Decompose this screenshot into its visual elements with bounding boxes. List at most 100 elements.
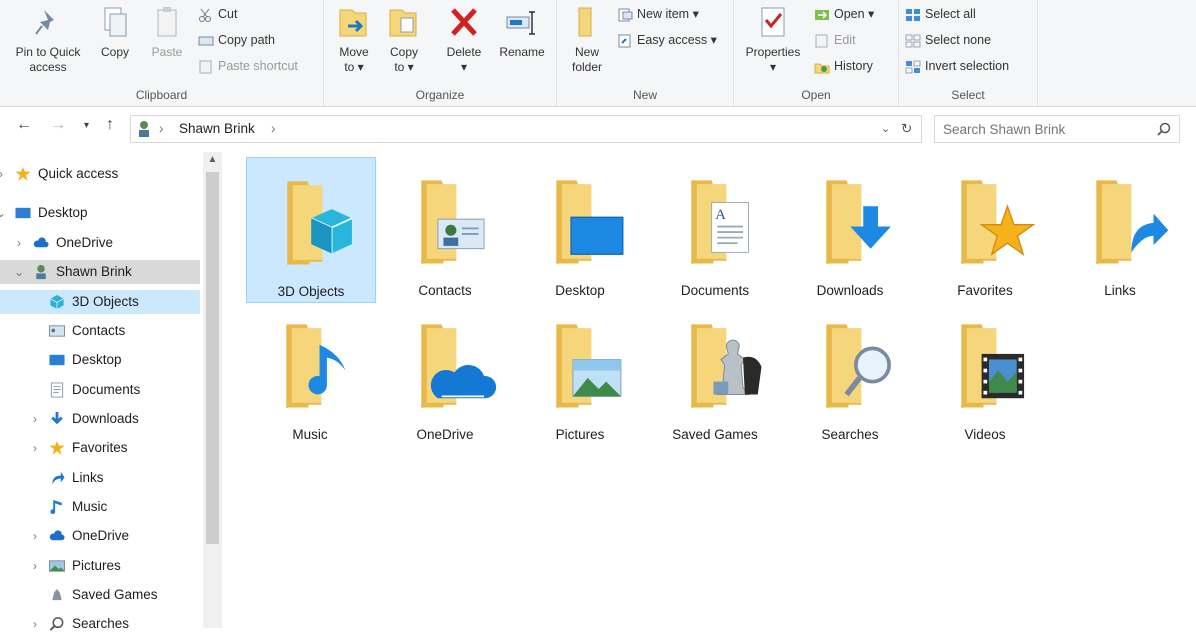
expand-chevron-right-icon[interactable]: › — [28, 612, 42, 636]
move-to-button[interactable]: Move to ▾ — [332, 4, 376, 75]
nav-item[interactable]: › Pictures — [0, 554, 200, 578]
nav-item[interactable]: › OneDrive — [0, 524, 200, 548]
cloud-icon — [33, 237, 49, 248]
paste-shortcut-label: Paste shortcut — [218, 59, 298, 73]
back-arrow-icon[interactable]: ← — [16, 116, 32, 134]
folder-tile[interactable]: OneDrive — [381, 301, 509, 445]
copy-to-icon — [389, 9, 417, 37]
folder-tile[interactable]: Contacts — [381, 157, 509, 301]
nav-item[interactable]: Links — [0, 466, 200, 490]
refresh-icon[interactable]: ↻ — [901, 121, 912, 137]
pin-to-quick-access-button[interactable]: Pin to Quick access — [6, 4, 90, 75]
recent-dropdown-icon[interactable]: ▾ — [84, 120, 89, 131]
copy-to-button[interactable]: Copy to ▾ — [382, 4, 426, 75]
download-icon — [51, 411, 63, 425]
nav-pane-scrollbar[interactable]: ▲ — [203, 152, 222, 628]
folder-tile[interactable]: Links — [1056, 157, 1184, 301]
history-button[interactable]: History — [814, 56, 873, 76]
search-input[interactable] — [941, 119, 1145, 139]
folder-tile[interactable]: Videos — [921, 301, 1049, 445]
move-to-icon — [339, 9, 367, 37]
easy-access-icon — [617, 34, 633, 48]
copy-button[interactable]: Copy — [94, 4, 136, 60]
expand-chevron-right-icon[interactable]: › — [0, 162, 8, 186]
paste-shortcut-button[interactable]: Paste shortcut — [198, 56, 298, 76]
expand-chevron-down-icon[interactable]: ⌄ — [12, 260, 26, 284]
copy-path-button[interactable]: Copy path — [198, 30, 275, 50]
scrollbar-thumb[interactable] — [206, 172, 219, 544]
nav-item[interactable]: Documents — [0, 378, 200, 402]
nav-item-label: Saved Games — [72, 587, 158, 602]
folder-label: Desktop — [555, 283, 605, 298]
breadcrumb-shawn-brink[interactable]: Shawn Brink — [179, 121, 255, 136]
expand-chevron-right-icon[interactable]: › — [28, 436, 42, 460]
nav-item[interactable]: › Quick access — [0, 162, 200, 186]
folder-tile[interactable]: Pictures — [516, 301, 644, 445]
open-button[interactable]: Open ▾ — [814, 4, 874, 24]
delete-button[interactable]: Delete ▾ — [440, 4, 488, 75]
nav-item[interactable]: › OneDrive — [0, 231, 200, 255]
nav-item[interactable]: Saved Games — [0, 583, 200, 607]
desktop-icon — [15, 207, 31, 219]
edit-icon — [814, 34, 830, 48]
scissors-icon — [198, 8, 214, 22]
rename-button[interactable]: Rename — [494, 4, 550, 60]
properties-icon — [761, 7, 785, 37]
nav-item[interactable]: 3D Objects — [0, 290, 200, 314]
expand-chevron-right-icon[interactable]: › — [28, 407, 42, 431]
nav-item[interactable]: › Favorites — [0, 436, 200, 460]
search-icon — [49, 617, 64, 631]
nav-item[interactable]: ⌄ Shawn Brink — [0, 260, 200, 284]
address-bar[interactable]: › Shawn Brink › ⌄ ↻ — [130, 115, 922, 143]
folder-tile[interactable]: A Documents — [651, 157, 779, 301]
nav-item[interactable]: › Downloads — [0, 407, 200, 431]
clipboard-icon — [157, 7, 177, 37]
copy-icon — [104, 7, 127, 37]
search-box[interactable] — [934, 115, 1180, 143]
up-arrow-icon[interactable]: ↑ — [106, 116, 114, 134]
svg-text:A: A — [715, 207, 726, 223]
expand-chevron-down-icon[interactable]: ⌄ — [0, 201, 8, 225]
nav-item[interactable]: Contacts — [0, 319, 200, 343]
navigation-pane: › Quick access ⌄ Desktop › OneDrive ⌄ Shawn Bri… — [0, 150, 200, 631]
folder-tile[interactable]: Desktop — [516, 157, 644, 301]
expand-chevron-right-icon[interactable]: › — [28, 524, 42, 548]
folder-view: 3D Objects Contacts Desktop A Documents Downl… — [228, 152, 1196, 628]
folder-tile[interactable]: Searches — [786, 301, 914, 445]
folder-tile[interactable]: 3D Objects — [246, 157, 376, 303]
folder-tile[interactable]: Music — [246, 301, 374, 445]
folder-tile[interactable]: Downloads — [786, 157, 914, 301]
picture-icon — [49, 560, 65, 572]
folder-label: Downloads — [816, 283, 884, 298]
invert-selection-button[interactable]: Invert selection — [905, 56, 1009, 76]
folder-tile[interactable]: Favorites — [921, 157, 1049, 301]
invert-selection-icon — [905, 60, 921, 74]
folder-label: Searches — [821, 427, 879, 442]
new-folder-button[interactable]: New folder — [563, 4, 611, 75]
properties-button[interactable]: Properties ▾ — [740, 4, 806, 75]
paste-button[interactable]: Paste — [144, 4, 190, 60]
scroll-up-icon[interactable]: ▲ — [203, 152, 222, 168]
nav-item[interactable]: › Searches — [0, 612, 200, 636]
copy-path-label: Copy path — [218, 33, 275, 47]
forward-arrow-icon[interactable]: → — [50, 116, 66, 134]
search-icon[interactable] — [1157, 122, 1171, 136]
folder-label: Music — [292, 427, 328, 442]
select-all-button[interactable]: Select all — [905, 4, 976, 24]
address-dropdown-icon[interactable]: ⌄ — [881, 122, 890, 135]
new-item-button[interactable]: New item ▾ — [617, 4, 699, 24]
new-folder-icon — [578, 7, 592, 37]
easy-access-button[interactable]: Easy access ▾ — [617, 30, 717, 50]
folder-tile[interactable]: Saved Games — [651, 301, 779, 445]
cut-button[interactable]: Cut — [198, 4, 237, 24]
edit-button[interactable]: Edit — [814, 30, 856, 50]
delete-label: Delete ▾ — [446, 45, 482, 74]
select-none-button[interactable]: Select none — [905, 30, 991, 50]
nav-item[interactable]: Music — [0, 495, 200, 519]
expand-chevron-right-icon[interactable]: › — [28, 554, 42, 578]
expand-chevron-right-icon[interactable]: › — [12, 231, 26, 255]
nav-item[interactable]: ⌄ Desktop — [0, 201, 200, 225]
link-icon — [52, 471, 65, 485]
new-item-label: New item ▾ — [637, 7, 699, 21]
nav-item[interactable]: Desktop — [0, 348, 200, 372]
